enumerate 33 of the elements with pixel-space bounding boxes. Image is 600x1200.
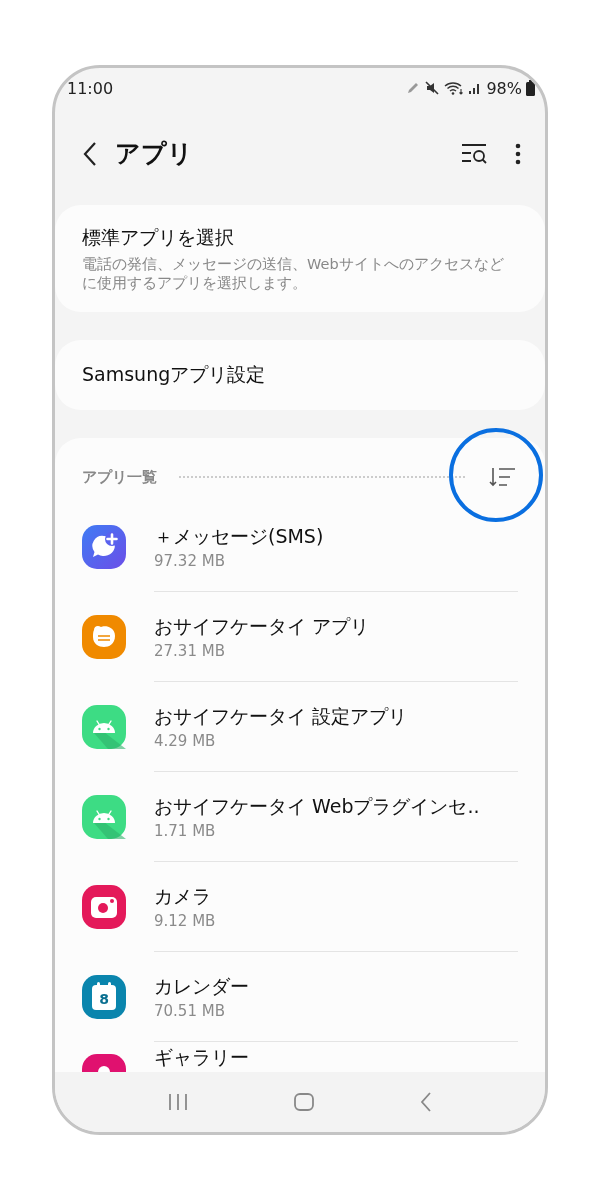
app-name[interactable]: おサイフケータイ 設定アプリ xyxy=(154,704,408,730)
page-title: アプリ xyxy=(115,138,194,170)
section-heading: アプリ一覧 xyxy=(82,467,157,487)
app-size: 4.29 MB xyxy=(154,732,217,750)
app-size: 9.12 MB xyxy=(154,912,216,930)
android-icon[interactable] xyxy=(82,705,126,749)
wifi-icon xyxy=(444,80,465,96)
muted-speaker-icon xyxy=(424,80,441,96)
app-size: 1.71 MB xyxy=(154,822,217,840)
battery-percent: 98% xyxy=(486,78,522,98)
app-name[interactable]: カレンダー xyxy=(154,974,249,1000)
app-name[interactable]: おサイフケータイ Webプラグインセ.. xyxy=(154,794,480,820)
card-title: Samsungアプリ設定 xyxy=(82,362,267,387)
app-name[interactable]: おサイフケータイ アプリ xyxy=(154,614,370,640)
app-size: 97.32 MB xyxy=(154,552,226,570)
app-size: 70.51 MB xyxy=(154,1002,226,1020)
app-name[interactable]: ＋メッセージ(SMS) xyxy=(154,524,324,550)
more-icon[interactable] xyxy=(515,142,521,165)
camera-icon[interactable] xyxy=(82,885,126,929)
status-time: 11:00 xyxy=(67,78,115,98)
app-name[interactable]: ギャラリー xyxy=(154,1045,249,1069)
battery-icon xyxy=(526,80,535,96)
card-description: 電話の発信、メッセージの送信、Webサイトへのアクセスなどに使用するアプリを選択します。 xyxy=(82,254,505,293)
app-size: 27.31 MB xyxy=(154,642,226,660)
pen-icon xyxy=(406,81,421,95)
wallet-app-icon[interactable] xyxy=(82,615,126,659)
chat-bubble-icon[interactable] xyxy=(82,525,126,569)
card-title: 標準アプリを選択 xyxy=(82,224,235,250)
settings-card[interactable]: Samsungアプリ設定 xyxy=(55,340,545,410)
android-icon[interactable] xyxy=(82,795,126,839)
app-name[interactable]: カメラ xyxy=(154,884,216,910)
calendar-icon[interactable]: 8 xyxy=(82,975,126,1019)
settings-card[interactable]: 標準アプリを選択 電話の発信、メッセージの送信、Webサイトへのアクセスなどに使用するアプリを選択します。 xyxy=(55,205,545,312)
